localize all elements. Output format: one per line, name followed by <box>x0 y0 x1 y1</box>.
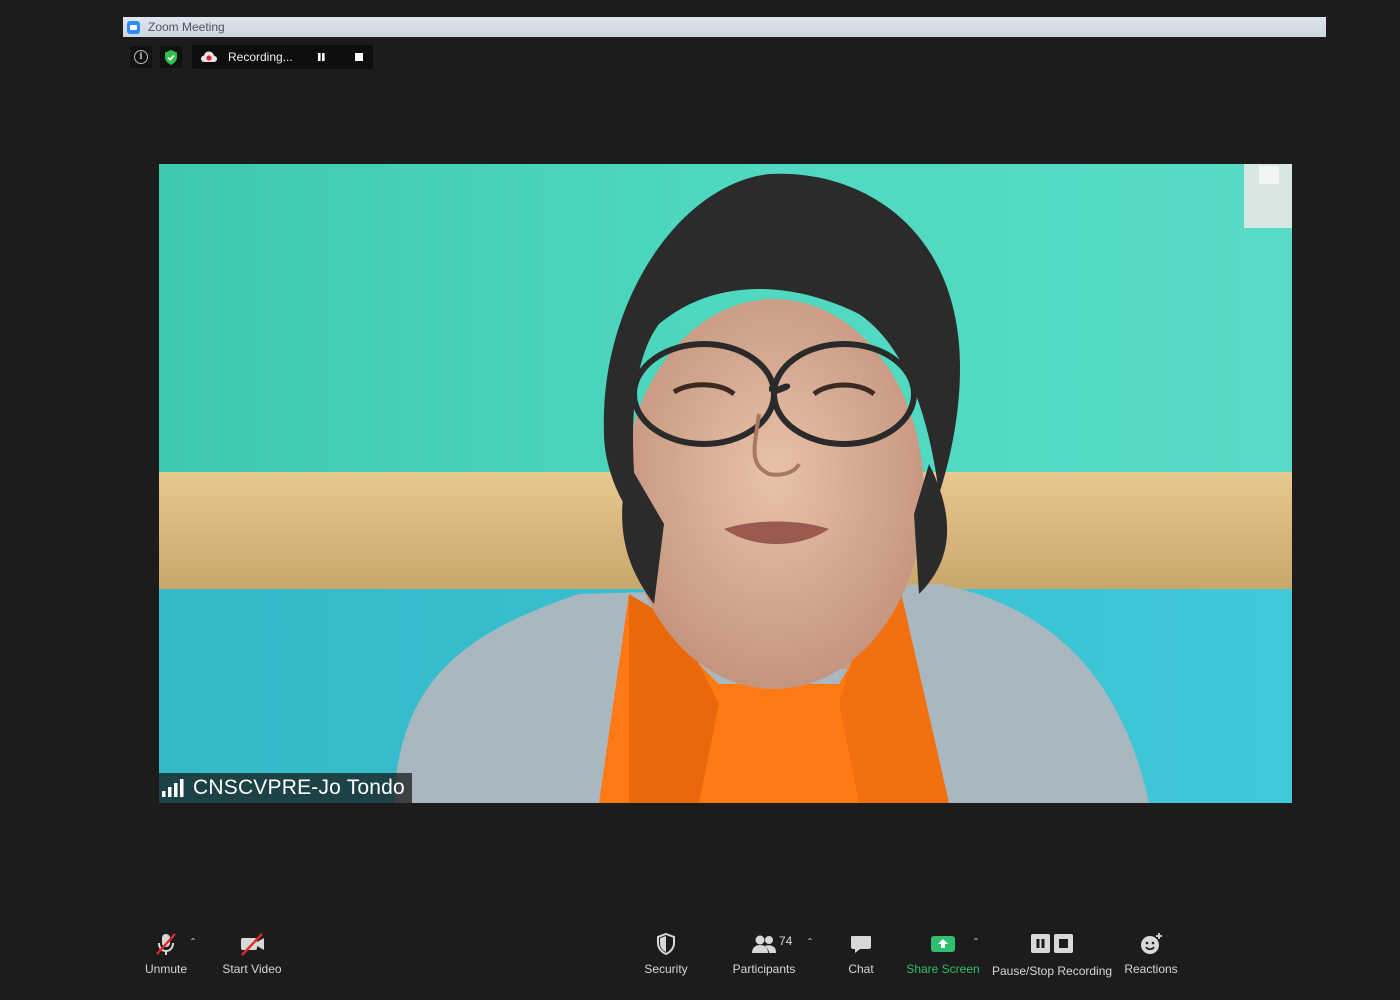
unmute-label: Unmute <box>144 962 188 976</box>
speaker-video-frame <box>159 164 1292 803</box>
audio-options-caret-icon[interactable]: ˆ <box>191 936 195 950</box>
meeting-controls-toolbar: Unmute ˆ Start Video Security Participan… <box>0 930 1400 990</box>
pause-stop-recording-icon <box>1031 934 1073 953</box>
meeting-info-button[interactable]: i <box>130 46 152 68</box>
encryption-shield-button[interactable] <box>160 46 182 68</box>
chat-label: Chat <box>848 962 874 976</box>
start-video-label: Start Video <box>222 962 282 976</box>
shield-check-icon <box>165 49 177 65</box>
security-label: Security <box>644 962 688 976</box>
participants-icon <box>752 935 776 953</box>
meeting-top-bar: i Recording... <box>130 45 373 69</box>
reactions-smiley-icon <box>1141 933 1162 954</box>
recording-stop-button[interactable] <box>353 51 365 63</box>
zoom-logo-icon <box>127 20 140 34</box>
info-icon: i <box>134 50 148 64</box>
share-screen-button[interactable]: Share Screen <box>906 930 980 976</box>
pause-stop-recording-label: Pause/Stop Recording <box>991 964 1113 978</box>
unmute-button[interactable]: Unmute <box>143 930 189 976</box>
security-shield-icon <box>657 932 675 956</box>
active-speaker-video: CNSCVPRE-Jo Tondo <box>159 164 1292 803</box>
window-title: Zoom Meeting <box>148 20 225 34</box>
pause-stop-recording-button[interactable]: Pause/Stop Recording <box>992 930 1112 978</box>
recording-indicator: Recording... <box>192 45 373 69</box>
reactions-label: Reactions <box>1124 962 1178 976</box>
share-screen-label: Share Screen <box>906 962 980 976</box>
participants-count: 74 <box>779 934 793 948</box>
signal-strength-icon <box>162 779 184 797</box>
chat-button[interactable]: Chat <box>845 930 877 976</box>
start-video-button[interactable]: Start Video <box>222 930 282 976</box>
cloud-record-icon <box>201 51 217 62</box>
participants-options-caret-icon[interactable]: ˆ <box>808 936 812 950</box>
participant-nameplate: CNSCVPRE-Jo Tondo <box>159 773 412 803</box>
reactions-button[interactable]: Reactions <box>1124 930 1178 976</box>
share-screen-icon <box>931 936 955 952</box>
share-options-caret-icon[interactable]: ˆ <box>974 936 978 950</box>
security-button[interactable]: Security <box>643 930 689 976</box>
participants-label: Participants <box>732 962 796 976</box>
microphone-muted-icon <box>156 933 176 955</box>
recording-status-label: Recording... <box>228 50 293 64</box>
recording-pause-button[interactable] <box>317 51 343 63</box>
chat-bubble-icon <box>851 936 871 953</box>
video-camera-off-icon <box>241 933 264 956</box>
participant-name: CNSCVPRE-Jo Tondo <box>193 776 405 799</box>
window-titlebar: Zoom Meeting <box>123 17 1326 37</box>
